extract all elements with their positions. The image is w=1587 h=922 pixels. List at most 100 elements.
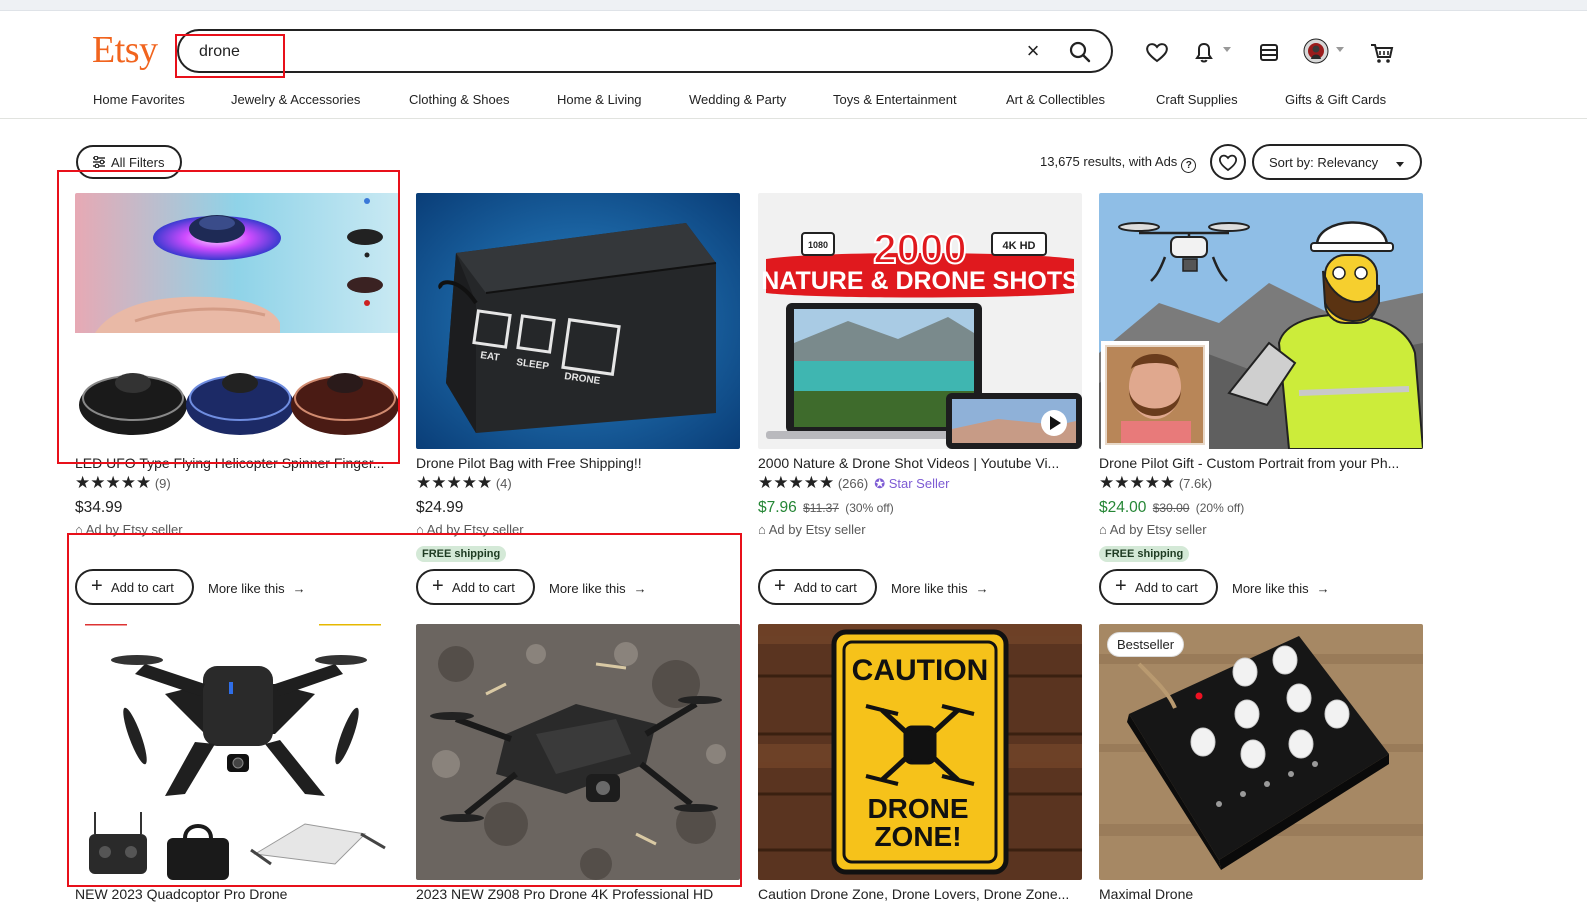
plus-icon: + <box>1115 575 1127 597</box>
add-to-cart-button[interactable]: + Add to cart <box>416 569 535 605</box>
filter-sliders-icon <box>92 155 106 169</box>
sort-caret-icon <box>1396 162 1404 167</box>
rating-stars: ★★★★★ <box>416 473 493 492</box>
listing-image[interactable] <box>75 193 399 449</box>
notifications-chevron-down-icon[interactable] <box>1223 47 1231 52</box>
sort-prefix: Sort by: <box>1269 155 1318 170</box>
star-seller-label: Star Seller <box>888 476 950 491</box>
nav-craft-supplies[interactable]: Craft Supplies <box>1156 92 1238 107</box>
clear-search-icon[interactable]: × <box>1021 40 1045 64</box>
thumbnail-subtitle: NATURE & DRONE SHOTS <box>761 267 1079 295</box>
sign-caution-text: CAUTION <box>852 654 989 687</box>
save-search-button[interactable] <box>1210 144 1246 180</box>
results-count: 13,675 results, with Ads? <box>1040 154 1197 173</box>
listing-image[interactable] <box>1099 624 1423 880</box>
all-filters-button[interactable]: All Filters <box>76 145 182 179</box>
rating-stars: ★★★★★ <box>1099 473 1176 492</box>
avatar[interactable] <box>1302 37 1330 65</box>
free-shipping-badge: FREE shipping <box>416 546 507 562</box>
original-price: $30.00 <box>1152 501 1190 515</box>
search-input[interactable] <box>197 39 801 65</box>
discount: (20% off) <box>1195 501 1245 515</box>
nav-gifts-gift-cards[interactable]: Gifts & Gift Cards <box>1285 92 1386 107</box>
bell-icon[interactable] <box>1190 38 1218 66</box>
more-like-this-link[interactable]: More like this → <box>549 581 647 596</box>
sort-value: Relevancy <box>1317 155 1379 170</box>
review-count: (266) <box>837 476 869 491</box>
rating: ★★★★★ (266) ✪ Star Seller <box>758 473 949 493</box>
nav-jewelry-accessories[interactable]: Jewelry & Accessories <box>231 92 360 107</box>
listing-image[interactable]: EAT SLEEP DRONE <box>416 193 740 449</box>
ad-bag-icon: ⌂ <box>1099 522 1107 537</box>
rating-stars: ★★★★★ <box>758 473 835 492</box>
more-like-this-label: More like this <box>1232 581 1309 596</box>
more-like-this-label: More like this <box>549 581 626 596</box>
listing-image[interactable] <box>416 624 740 880</box>
review-count: (9) <box>154 476 171 491</box>
all-filters-label: All Filters <box>111 155 165 170</box>
etsy-logo[interactable]: Etsy <box>92 28 158 72</box>
sale-price: $24.00 <box>1099 499 1147 516</box>
review-count: (7.6k) <box>1178 476 1213 491</box>
cart-icon[interactable] <box>1368 38 1396 66</box>
store-icon[interactable] <box>1255 38 1283 66</box>
listing-title[interactable]: Drone Pilot Gift - Custom Portrait from … <box>1099 455 1423 471</box>
plus-icon: + <box>91 575 103 597</box>
star-seller-icon: ✪ <box>874 476 886 491</box>
listing-title[interactable]: Drone Pilot Bag with Free Shipping!! <box>416 455 740 471</box>
listing-image[interactable] <box>75 624 399 880</box>
nav-wedding-party[interactable]: Wedding & Party <box>689 92 786 107</box>
nav-art-collectibles[interactable]: Art & Collectibles <box>1006 92 1105 107</box>
sort-label: Sort by: Relevancy <box>1269 155 1378 170</box>
more-like-this-link[interactable]: More like this → <box>891 581 989 596</box>
add-to-cart-button[interactable]: + Add to cart <box>75 569 194 605</box>
listing-title[interactable]: NEW 2023 Quadcoptor Pro Drone <box>75 886 399 902</box>
listing-title[interactable]: LED UFO Type Flying Helicopter Spinner F… <box>75 455 399 471</box>
rating: ★★★★★ (4) <box>416 473 512 493</box>
ad-text: Ad by Etsy seller <box>426 522 524 537</box>
ad-label: ⌂ Ad by Etsy seller <box>75 522 183 537</box>
sale-price: $7.96 <box>758 499 797 516</box>
more-like-this-label: More like this <box>891 581 968 596</box>
ad-bag-icon: ⌂ <box>758 522 766 537</box>
arrow-right-icon: → <box>292 581 306 596</box>
more-like-this-link[interactable]: More like this → <box>1232 581 1330 596</box>
add-to-cart-button[interactable]: + Add to cart <box>1099 569 1218 605</box>
add-to-cart-button[interactable]: + Add to cart <box>758 569 877 605</box>
listing-image[interactable]: 2000 NATURE & DRONE SHOTS 1080 4K HD <box>758 193 1082 449</box>
star-seller-badge: ✪ Star Seller <box>874 476 949 491</box>
rating-stars: ★★★★★ <box>75 473 152 492</box>
search-bar[interactable]: × <box>177 29 1113 73</box>
listing-title[interactable]: 2000 Nature & Drone Shot Videos | Youtub… <box>758 455 1082 471</box>
nav-clothing-shoes[interactable]: Clothing & Shoes <box>409 92 509 107</box>
plus-icon: + <box>774 575 786 597</box>
heart-icon <box>1219 154 1237 172</box>
rating: ★★★★★ (9) <box>75 473 171 493</box>
listing-title[interactable]: 2023 NEW Z908 Pro Drone 4K Professional … <box>416 886 740 902</box>
ad-label: ⌂ Ad by Etsy seller <box>1099 522 1207 537</box>
listing-image[interactable]: CAUTION DRONE ZONE! <box>758 624 1082 880</box>
nav-home-favorites[interactable]: Home Favorites <box>93 92 185 107</box>
add-to-cart-label: Add to cart <box>452 580 515 595</box>
sort-dropdown[interactable]: Sort by: Relevancy <box>1252 144 1422 180</box>
ad-text: Ad by Etsy seller <box>1109 522 1207 537</box>
account-chevron-down-icon[interactable] <box>1336 47 1344 52</box>
nav-toys-entertainment[interactable]: Toys & Entertainment <box>833 92 957 107</box>
more-like-this-link[interactable]: More like this → <box>208 581 306 596</box>
nav-home-living[interactable]: Home & Living <box>557 92 642 107</box>
favorites-heart-icon[interactable] <box>1143 38 1171 66</box>
listing-title[interactable]: Caution Drone Zone, Drone Lovers, Drone … <box>758 886 1082 902</box>
help-question-icon[interactable]: ? <box>1181 158 1197 173</box>
free-shipping-badge: FREE shipping <box>1099 546 1190 562</box>
bestseller-badge: Bestseller <box>1107 632 1185 657</box>
search-icon[interactable] <box>1067 39 1093 65</box>
sign-drone-text: DRONE <box>867 793 968 824</box>
ad-label: ⌂ Ad by Etsy seller <box>758 522 866 537</box>
listing-title[interactable]: Maximal Drone <box>1099 886 1423 902</box>
arrow-right-icon: → <box>1316 581 1330 596</box>
original-price: $11.37 <box>803 501 839 515</box>
ad-bag-icon: ⌂ <box>75 522 83 537</box>
add-to-cart-label: Add to cart <box>1135 580 1198 595</box>
nav-divider <box>0 118 1587 119</box>
listing-image[interactable] <box>1099 193 1423 449</box>
